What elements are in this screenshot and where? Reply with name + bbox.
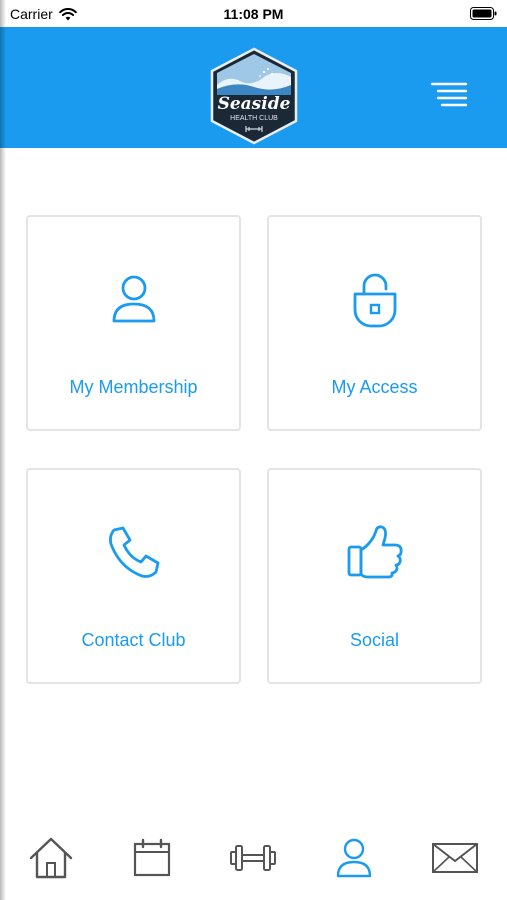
calendar-icon — [133, 838, 171, 877]
thumbs-up-icon — [347, 525, 403, 579]
bottom-tab-bar — [0, 820, 507, 900]
tile-icon-wrap — [28, 522, 239, 582]
tile-social[interactable]: Social — [267, 468, 482, 684]
tile-contact-club[interactable]: Contact Club — [26, 468, 241, 684]
app-screen: Carrier 11:08 PM Seaside HEALTH CLUB My … — [0, 0, 507, 900]
menu-icon — [430, 82, 468, 107]
edge-shadow — [0, 0, 6, 900]
tile-label: My Membership — [69, 377, 198, 397]
tile-label: Contact Club — [81, 630, 186, 650]
status-bar: Carrier 11:08 PM — [0, 0, 507, 27]
tab-messages[interactable] — [425, 834, 485, 882]
tab-calendar[interactable] — [122, 834, 182, 882]
home-icon — [29, 837, 73, 879]
tile-label: My Access — [331, 377, 418, 397]
menu-button[interactable] — [428, 81, 468, 109]
logo-name: Seaside — [218, 94, 291, 114]
phone-icon — [108, 526, 159, 578]
tile-my-membership[interactable]: My Membership — [26, 215, 241, 431]
mail-icon — [432, 843, 478, 873]
seaside-logo: Seaside HEALTH CLUB — [208, 47, 300, 145]
tile-my-access[interactable]: My Access — [267, 215, 482, 431]
app-header: Seaside HEALTH CLUB — [0, 27, 507, 148]
user-icon — [112, 275, 155, 323]
tile-icon-wrap — [28, 269, 239, 329]
user-icon — [336, 838, 372, 878]
status-time: 11:08 PM — [223, 6, 284, 22]
logo-subtitle: HEALTH CLUB — [230, 115, 278, 122]
battery-icon — [470, 7, 497, 25]
padlock-icon — [353, 273, 396, 328]
tile-icon-wrap — [269, 522, 480, 582]
tab-home[interactable] — [21, 834, 81, 882]
tab-workouts[interactable] — [223, 834, 283, 882]
dumbbell-icon — [230, 845, 276, 871]
tile-label: Social — [349, 630, 400, 650]
tile-icon-wrap — [269, 269, 480, 329]
tab-profile[interactable] — [324, 834, 384, 882]
